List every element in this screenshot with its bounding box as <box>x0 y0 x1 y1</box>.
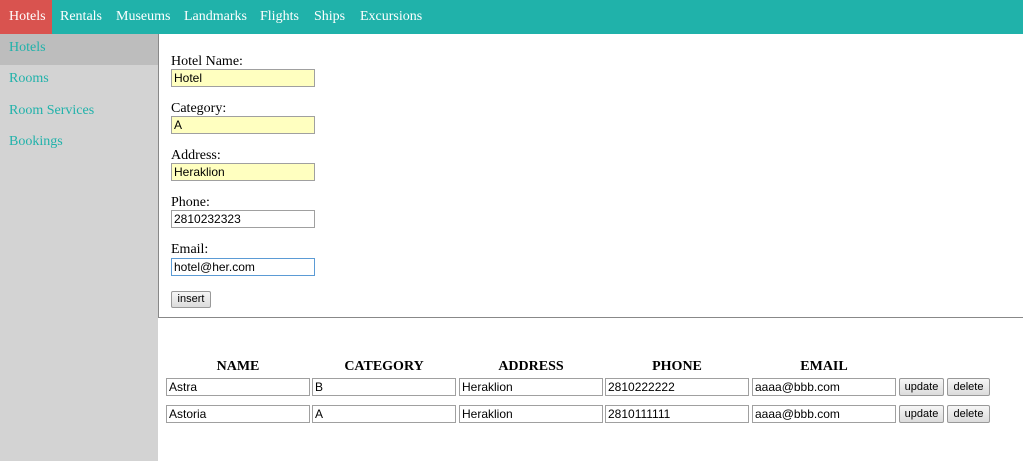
nav-hotels[interactable]: Hotels <box>0 0 52 34</box>
row2-update-button[interactable]: update <box>899 405 944 423</box>
row1-address-field[interactable]: Heraklion <box>459 378 603 396</box>
header-address: ADDRESS <box>498 359 564 374</box>
address-label: Address: <box>171 148 221 163</box>
email-label: Email: <box>171 242 209 257</box>
nav-excursions[interactable]: Excursions <box>360 0 422 34</box>
row1-delete-button[interactable]: delete <box>947 378 990 396</box>
row2-email-field[interactable]: aaaa@bbb.com <box>752 405 896 423</box>
row2-delete-button[interactable]: delete <box>947 405 990 423</box>
phone-label: Phone: <box>171 195 210 210</box>
header-category: CATEGORY <box>344 359 424 374</box>
nav-landmarks[interactable]: Landmarks <box>184 0 247 34</box>
nav-flights[interactable]: Flights <box>260 0 299 34</box>
row1-email-field[interactable]: aaaa@bbb.com <box>752 378 896 396</box>
row2-phone-field[interactable]: 2810111111 <box>605 405 749 423</box>
hotel-name-label: Hotel Name: <box>171 54 243 69</box>
row1-category-field[interactable]: B <box>312 378 456 396</box>
header-email: EMAIL <box>800 359 848 374</box>
header-name: NAME <box>216 359 260 374</box>
sidebar: Hotels Rooms Room Services Bookings <box>0 34 158 461</box>
row2-address-field[interactable]: Heraklion <box>459 405 603 423</box>
category-label: Category: <box>171 101 227 116</box>
row1-name-field[interactable]: Astra <box>166 378 310 396</box>
address-field[interactable]: Heraklion <box>171 163 315 181</box>
row1-update-button[interactable]: update <box>899 378 944 396</box>
sidebar-item-room-services[interactable]: Room Services <box>0 97 158 128</box>
header-phone: PHONE <box>652 359 702 374</box>
insert-button[interactable]: insert <box>171 291 211 308</box>
row1-phone-field[interactable]: 2810222222 <box>605 378 749 396</box>
row2-category-field[interactable]: A <box>312 405 456 423</box>
hotel-name-field[interactable]: Hotel <box>171 69 315 87</box>
hotel-form: Hotel Name: Hotel Category: A Address: H… <box>158 34 1023 318</box>
sidebar-item-rooms[interactable]: Rooms <box>0 65 158 96</box>
sidebar-item-bookings[interactable]: Bookings <box>0 128 158 159</box>
sidebar-item-hotels[interactable]: Hotels <box>0 34 158 65</box>
row2-name-field[interactable]: Astoria <box>166 405 310 423</box>
top-nav: Hotels Rentals Museums Landmarks Flights… <box>0 0 1023 34</box>
email-field[interactable]: hotel@her.com <box>171 258 315 276</box>
category-field[interactable]: A <box>171 116 315 134</box>
nav-rentals[interactable]: Rentals <box>60 0 102 34</box>
nav-museums[interactable]: Museums <box>116 0 170 34</box>
phone-field[interactable]: 2810232323 <box>171 210 315 228</box>
nav-ships[interactable]: Ships <box>314 0 345 34</box>
